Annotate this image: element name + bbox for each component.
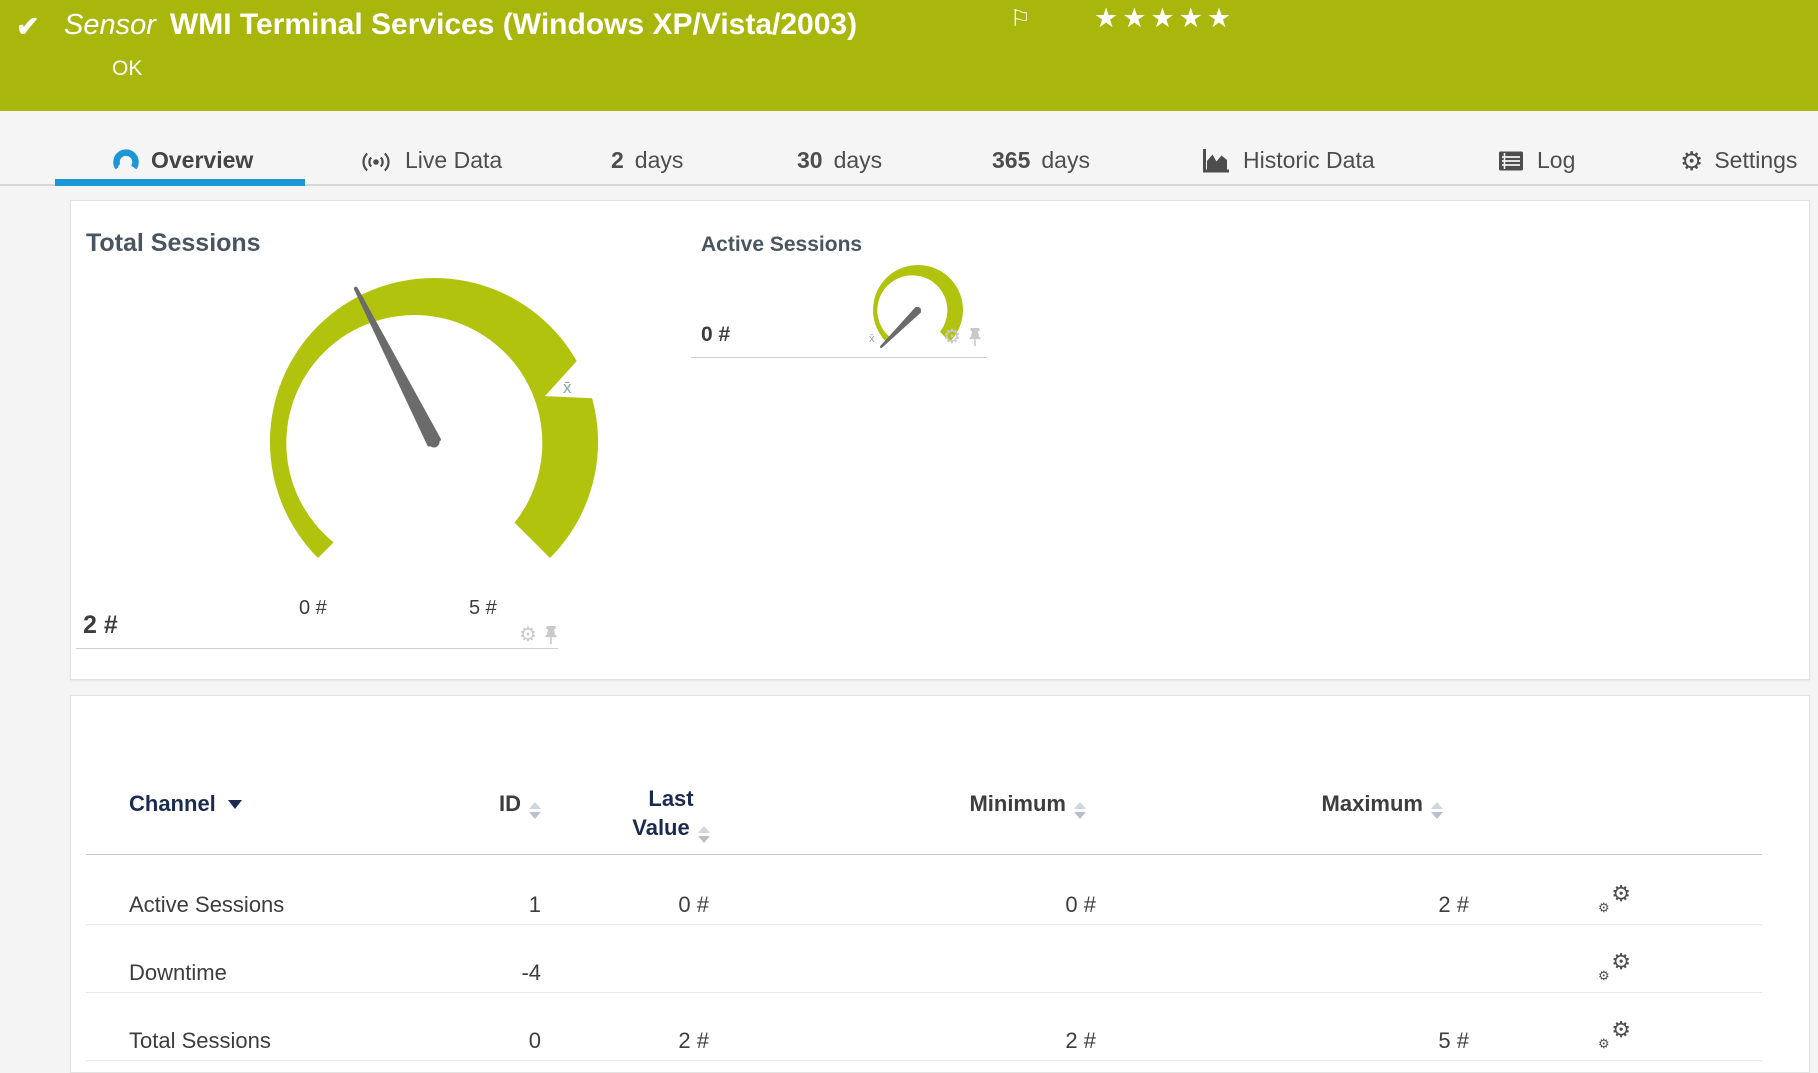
status-ok-check-icon: ✔ xyxy=(16,10,39,43)
tab-overview[interactable]: Overview xyxy=(112,147,253,174)
gauge-needle-hub xyxy=(915,307,921,313)
column-header-last-label: Last xyxy=(601,784,741,813)
tab-settings[interactable]: ⚙ Settings xyxy=(1680,147,1797,174)
prtg-sensor-page: ✔ Sensor WMI Terminal Services (Windows … xyxy=(0,0,1818,1073)
flag-icon[interactable]: ⚐ xyxy=(1010,5,1031,32)
channel-settings-gears-icon[interactable]: ⚙⚙ xyxy=(1599,884,1631,912)
gauge-needle-hub xyxy=(429,437,440,448)
tab-live-data-label: Live Data xyxy=(405,147,502,174)
channel-maximum: 5 # xyxy=(1289,1028,1469,1054)
row-divider xyxy=(86,924,1762,925)
sensor-tab-bar: Overview Live Data 2 days 30 days 365 xyxy=(0,111,1818,186)
row-divider xyxy=(86,992,1762,993)
gauge-icon xyxy=(112,149,140,173)
object-kind-label: Sensor xyxy=(64,9,156,42)
column-header-last-value[interactable]: Last Value xyxy=(601,784,741,843)
tab-historic-data-label: Historic Data xyxy=(1243,147,1375,174)
tab-30-days[interactable]: 30 days xyxy=(797,147,882,174)
total-sessions-gauge-title: Total Sessions xyxy=(86,229,261,258)
tab-2-days-unit: days xyxy=(635,147,684,174)
total-sessions-last-value: 2 # xyxy=(83,611,118,640)
tab-historic-data[interactable]: Historic Data xyxy=(1200,147,1375,174)
channel-maximum: 2 # xyxy=(1289,892,1469,918)
table-header-divider xyxy=(86,854,1762,855)
gauge-average-marker: x̄ xyxy=(563,378,572,397)
channel-id: -4 xyxy=(451,960,541,986)
channel-name[interactable]: Active Sessions xyxy=(129,892,284,918)
live-data-icon xyxy=(358,148,394,174)
column-header-id[interactable]: ID xyxy=(451,791,541,819)
tab-365-days-unit: days xyxy=(1041,147,1090,174)
channel-gear-icon[interactable]: ⚙ xyxy=(943,327,961,347)
gauge-scale-max: 5 # xyxy=(469,597,497,620)
gauge-needle xyxy=(881,308,920,347)
channel-name[interactable]: Total Sessions xyxy=(129,1028,271,1054)
settings-gear-icon: ⚙ xyxy=(1680,148,1703,174)
sort-arrows-icon xyxy=(529,802,541,819)
channel-settings-gears-icon[interactable]: ⚙⚙ xyxy=(1599,1020,1631,1048)
tab-log-label: Log xyxy=(1537,147,1575,174)
channel-name[interactable]: Downtime xyxy=(129,960,227,986)
priority-stars[interactable]: ★★★★★ xyxy=(1094,3,1235,34)
sensor-title-row: Sensor WMI Terminal Services (Windows XP… xyxy=(64,8,857,42)
column-header-minimum-label: Minimum xyxy=(969,791,1066,816)
total-widget-underline xyxy=(76,648,558,649)
active-tab-underline xyxy=(55,179,305,186)
channel-last-value: 0 # xyxy=(591,892,709,918)
tab-settings-label: Settings xyxy=(1714,147,1797,174)
active-sessions-gauge-title: Active Sessions xyxy=(701,233,862,257)
sort-arrows-icon xyxy=(1074,802,1086,819)
channel-id: 0 xyxy=(451,1028,541,1054)
column-header-value-label: Value xyxy=(632,815,689,840)
active-sessions-gauge: x̄ xyxy=(861,256,991,366)
channel-last-value: 2 # xyxy=(591,1028,709,1054)
pin-icon[interactable] xyxy=(544,625,558,645)
channels-table-panel: Channel ID Last Value Minimum Maximum Ac… xyxy=(70,695,1810,1073)
tab-log[interactable]: Log xyxy=(1496,147,1575,174)
gauges-panel: Total Sessions x̄ 0 # 5 # 2 # ⚙ Ac xyxy=(70,200,1810,680)
channel-id: 1 xyxy=(451,892,541,918)
sensor-status-text: OK xyxy=(112,57,142,81)
channel-settings-gears-icon[interactable]: ⚙⚙ xyxy=(1599,952,1631,980)
column-header-maximum-label: Maximum xyxy=(1322,791,1423,816)
channel-gear-icon[interactable]: ⚙ xyxy=(519,625,537,645)
active-gauge-widget-icons: ⚙ xyxy=(943,327,982,347)
column-header-id-label: ID xyxy=(499,791,521,816)
sensor-name: WMI Terminal Services (Windows XP/Vista/… xyxy=(170,8,857,42)
sort-caret-down-icon xyxy=(228,800,242,809)
channel-minimum: 0 # xyxy=(916,892,1096,918)
sort-arrows-icon xyxy=(698,826,710,843)
gauge-arc xyxy=(270,278,598,558)
tab-365-days-number: 365 xyxy=(992,147,1030,174)
tab-2-days-number: 2 xyxy=(611,147,624,174)
sensor-status-header: ✔ Sensor WMI Terminal Services (Windows … xyxy=(0,0,1818,111)
column-header-minimum[interactable]: Minimum xyxy=(906,791,1086,819)
row-divider xyxy=(86,1060,1762,1061)
tab-2-days[interactable]: 2 days xyxy=(611,147,683,174)
gauge-scale-min: 0 # xyxy=(299,597,327,620)
sort-arrows-icon xyxy=(1431,802,1443,819)
tab-overview-label: Overview xyxy=(151,147,253,174)
tab-30-days-unit: days xyxy=(834,147,883,174)
active-sessions-last-value: 0 # xyxy=(701,323,730,347)
total-sessions-gauge: x̄ xyxy=(266,271,646,571)
column-header-channel-label: Channel xyxy=(129,791,216,816)
historic-chart-icon xyxy=(1200,147,1232,174)
column-header-maximum[interactable]: Maximum xyxy=(1263,791,1443,819)
column-header-channel[interactable]: Channel xyxy=(129,791,242,817)
total-gauge-widget-icons: ⚙ xyxy=(519,625,558,645)
tab-live-data[interactable]: Live Data xyxy=(358,147,502,174)
channel-minimum: 2 # xyxy=(916,1028,1096,1054)
active-widget-underline xyxy=(691,357,987,358)
pin-icon[interactable] xyxy=(968,327,982,347)
log-list-icon xyxy=(1496,149,1526,173)
tab-365-days[interactable]: 365 days xyxy=(992,147,1090,174)
gauge-average-marker: x̄ xyxy=(869,333,875,345)
tab-30-days-number: 30 xyxy=(797,147,823,174)
